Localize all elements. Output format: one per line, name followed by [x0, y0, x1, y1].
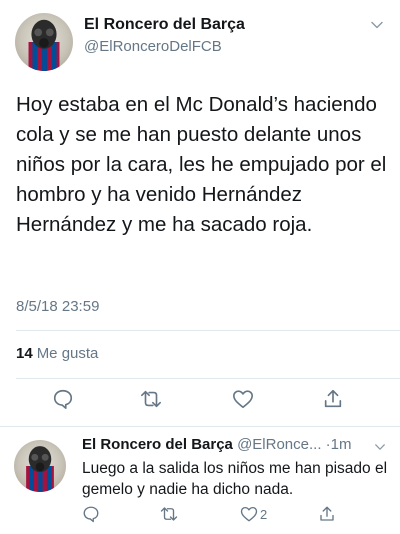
author-name[interactable]: El Roncero del Barça [84, 16, 245, 34]
reply-text: Luego a la salida los niños me han pisad… [82, 460, 388, 498]
retweet-icon[interactable] [140, 388, 162, 410]
share-icon[interactable] [322, 388, 344, 410]
like-icon[interactable] [232, 388, 254, 410]
reply-time[interactable]: 1m [331, 436, 352, 453]
divider [0, 426, 400, 427]
divider [16, 378, 400, 379]
chevron-down-icon[interactable] [374, 440, 386, 452]
reply-author-name[interactable]: El Roncero del Barça [82, 436, 233, 453]
reply-avatar[interactable] [14, 440, 66, 492]
tweet-text: Hoy estaba en el Mc Donald’s haciendo co… [16, 93, 387, 236]
reply-header[interactable]: El Roncero del Barça @ElRonce... ·1m [82, 436, 352, 453]
tweet-actions [0, 388, 400, 418]
tweet-timestamp[interactable]: 8/5/18 23:59 [16, 298, 99, 315]
chevron-down-icon[interactable] [370, 18, 384, 32]
reply-icon[interactable] [82, 505, 100, 523]
reply-actions: 2 [0, 505, 400, 534]
reply-author-handle[interactable]: @ElRonce... [237, 436, 321, 453]
reply-icon[interactable] [52, 388, 74, 410]
share-icon[interactable] [318, 505, 336, 523]
author-handle[interactable]: @ElRonceroDelFCB [84, 38, 222, 55]
reply-like-count: 2 [260, 507, 268, 522]
divider [16, 330, 400, 331]
likes-summary[interactable]: 14 Me gusta [16, 345, 98, 362]
likes-count: 14 [16, 345, 33, 362]
retweet-icon[interactable] [160, 505, 178, 523]
avatar[interactable] [15, 13, 73, 71]
likes-label: Me gusta [36, 345, 99, 362]
like-icon[interactable] [240, 505, 258, 523]
